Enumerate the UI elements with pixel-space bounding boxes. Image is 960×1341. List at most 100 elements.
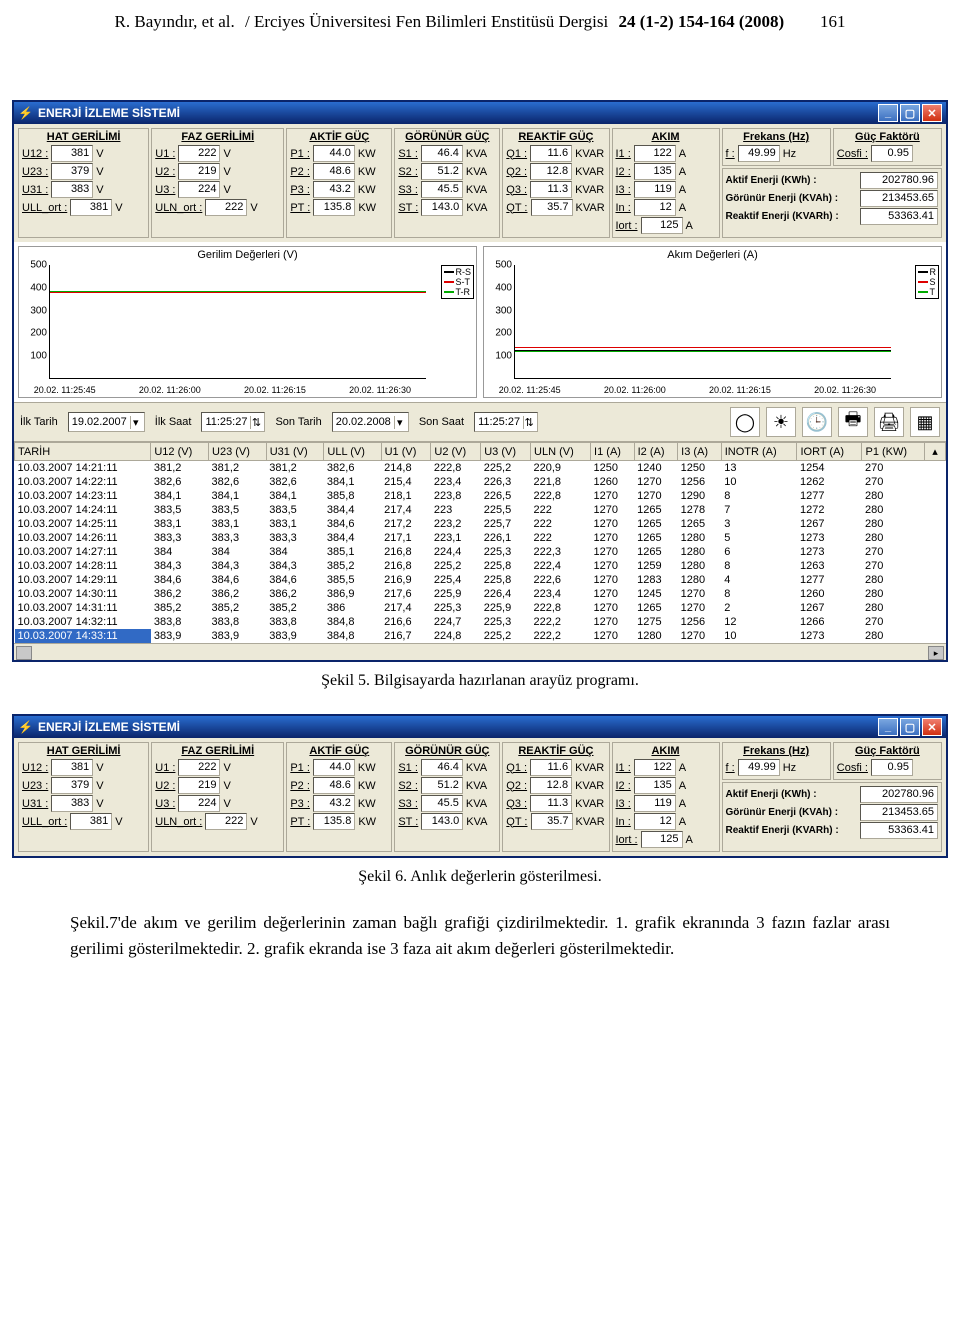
maximize-button[interactable]: ▢ [900,104,920,122]
column-header[interactable]: U1 (V) [381,443,431,461]
cell: 222,4 [531,559,591,573]
close-button[interactable]: ✕ [922,104,942,122]
maximize-button[interactable]: ▢ [900,718,920,736]
son-saat-input[interactable]: 11:25:27⇅ [474,412,538,432]
titlebar[interactable]: ⚡ ENERJİ İZLEME SİSTEMİ _ ▢ ✕ [14,716,946,738]
spinner-icon[interactable]: ⇅ [523,416,534,429]
reading-label: QT : [506,816,527,828]
cell: 270 [862,559,925,573]
toolbar-icon-5[interactable]: ▦ [910,407,940,437]
data-grid[interactable]: TARİHU12 (V)U23 (V)U31 (V)ULL (V)U1 (V)U… [14,442,946,643]
table-row[interactable]: 10.03.2007 14:31:11385,2385,2385,2386217… [15,601,946,615]
reading-label: Q2 : [506,780,527,792]
reading-value: 11.6 [530,759,572,776]
column-header[interactable]: ULL (V) [324,443,381,461]
son-tarih-input[interactable]: 20.02.2008▾ [332,412,409,432]
table-row[interactable]: 10.03.2007 14:23:11384,1384,1384,1385,82… [15,489,946,503]
table-row[interactable]: 10.03.2007 14:25:11383,1383,1383,1384,62… [15,517,946,531]
column-header[interactable]: U2 (V) [431,443,481,461]
reading-unit: V [223,166,253,178]
column-header[interactable]: P1 (KW) [862,443,925,461]
reading-label: I1 : [616,148,631,160]
y-tick: 400 [484,282,512,293]
ilk-tarih-input[interactable]: 19.02.2007▾ [68,412,145,432]
minimize-button[interactable]: _ [878,718,898,736]
scroll-thumb[interactable] [16,646,32,660]
reading-row: I1 :122A [616,145,716,162]
reading-unit: V [96,166,126,178]
reading-value: 46.4 [421,145,463,162]
column-header[interactable]: U23 (V) [209,443,267,461]
toolbar-icon-0[interactable]: ◯ [730,407,760,437]
chevron-down-icon[interactable]: ▾ [130,416,141,429]
toolbar-icon-3[interactable]: 🖶 [838,407,868,437]
reading-unit: KW [358,184,388,196]
table-row[interactable]: 10.03.2007 14:29:11384,6384,6384,6385,52… [15,573,946,587]
reading-label: QT : [506,202,527,214]
toolbar-icon-2[interactable]: 🕒 [802,407,832,437]
app-window-partial: ⚡ ENERJİ İZLEME SİSTEMİ _ ▢ ✕ HAT GERİLİ… [12,714,948,858]
column-header[interactable]: U12 (V) [151,443,209,461]
cell: 1290 [678,489,722,503]
table-row[interactable]: 10.03.2007 14:21:11381,2381,2381,2382,62… [15,461,946,476]
reading-value: 135.8 [313,813,355,830]
group-title: AKTİF GÜÇ [290,745,388,757]
reading-row: P1 : 44.0 KW [290,759,388,776]
reading-label: ULN_ort : [155,816,202,828]
reading-label: Cosfi : [837,762,868,774]
column-header[interactable]: I1 (A) [591,443,635,461]
table-row[interactable]: 10.03.2007 14:22:11382,6382,6382,6384,12… [15,475,946,489]
column-header[interactable]: TARİH [15,443,151,461]
scroll-right-icon[interactable]: ▸ [928,646,944,660]
table-row[interactable]: 10.03.2007 14:32:11383,8383,8383,8384,82… [15,615,946,629]
reading-row: Q3 : 11.3 KVAR [506,181,605,198]
cell: 223,4 [431,475,481,489]
ilk-saat-input[interactable]: 11:25:27⇅ [201,412,265,432]
horizontal-scrollbar[interactable]: ▸ [14,643,946,660]
column-header[interactable]: ULN (V) [531,443,591,461]
group-title: Güç Faktörü [837,131,938,143]
reading-value: 125 [641,831,683,848]
reading-row: U1 : 222 V [155,145,280,162]
table-row[interactable]: 10.03.2007 14:28:11384,3384,3384,3385,22… [15,559,946,573]
titlebar[interactable]: ⚡ ENERJİ İZLEME SİSTEMİ _ ▢ ✕ [14,102,946,124]
cell: 384,8 [324,629,381,643]
reading-value: 222 [178,759,220,776]
reading-label: I3 : [616,184,631,196]
reading-value: 48.6 [313,777,355,794]
table-row[interactable]: 10.03.2007 14:27:11384384384385,1216,822… [15,545,946,559]
reading-value: 224 [178,795,220,812]
table-row[interactable]: 10.03.2007 14:26:11383,3383,3383,3384,42… [15,531,946,545]
group-title: REAKTİF GÜÇ [506,131,605,143]
cell: 222 [531,517,591,531]
toolbar-icon-1[interactable]: ☀ [766,407,796,437]
column-header[interactable]: U31 (V) [266,443,324,461]
cell: 222,8 [531,601,591,615]
issue: 24 (1-2) 154-164 (2008) [618,12,784,31]
group-energies: Aktif Enerji (KWh) :202780.96Görünür Ene… [722,168,942,238]
table-row[interactable]: 10.03.2007 14:24:11383,5383,5383,5384,42… [15,503,946,517]
spinner-icon[interactable]: ⇅ [250,416,261,429]
cell: 280 [862,587,925,601]
column-header[interactable]: INOTR (A) [721,443,797,461]
table-row[interactable]: 10.03.2007 14:30:11386,2386,2386,2386,92… [15,587,946,601]
chevron-down-icon[interactable]: ▾ [394,416,405,429]
column-header[interactable]: U3 (V) [481,443,531,461]
table-row[interactable]: 10.03.2007 14:33:11383,9383,9383,9384,82… [15,629,946,643]
reading-value: 219 [178,777,220,794]
toolbar-icon-4[interactable]: 🖨 [874,407,904,437]
minimize-button[interactable]: _ [878,104,898,122]
energy-label: Görünür Enerji (KVAh) : [726,193,839,204]
column-header[interactable]: I2 (A) [634,443,678,461]
cell: 1267 [797,601,862,615]
cell: 382,6 [209,475,267,489]
cell: 222,6 [531,573,591,587]
column-header[interactable]: I3 (A) [678,443,722,461]
cell: 226,4 [481,587,531,601]
scroll-up-icon[interactable]: ▴ [925,443,946,461]
column-header[interactable]: IORT (A) [797,443,862,461]
cell: 1270 [591,601,635,615]
close-button[interactable]: ✕ [922,718,942,736]
energy-label: Reaktif Enerji (KVARh) : [726,211,839,222]
cell: 225,3 [481,615,531,629]
